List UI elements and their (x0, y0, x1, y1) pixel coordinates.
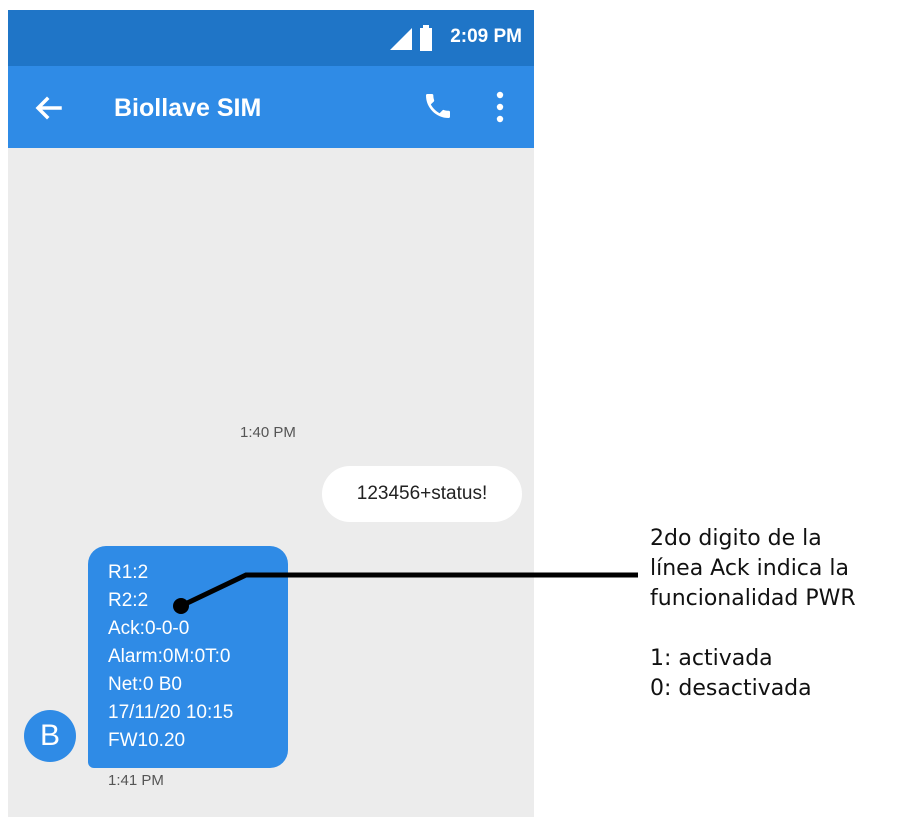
more-vert-icon[interactable] (492, 90, 508, 124)
annotation-line: 2do digito de la (650, 526, 822, 551)
annotation-line: 1: activada (650, 646, 773, 671)
conversation-title: Biollave SIM (114, 94, 262, 122)
received-line: FW10.20 (108, 730, 186, 751)
phone-screen: 2:09 PM Biollave SIM 1:40 PM 123456+stat… (8, 10, 534, 817)
annotation-line: 0: desactivada (650, 676, 812, 701)
phone-icon[interactable] (422, 90, 454, 122)
sent-timestamp: 1:40 PM (240, 424, 296, 441)
annotation-line (650, 614, 856, 644)
back-arrow-icon[interactable] (32, 92, 64, 124)
received-line: 17/11/20 10:15 (108, 702, 234, 723)
received-timestamp: 1:41 PM (108, 772, 164, 789)
annotation-note: 2do digito de la línea Ack indica la fun… (650, 524, 856, 704)
received-message-bubble[interactable]: R1:2 R2:2 Ack:0-0-0 Alarm:0M:0T:0 Net:0 … (88, 546, 288, 768)
app-bar: Biollave SIM (8, 66, 534, 148)
annotation-line: línea Ack indica la (650, 556, 849, 581)
received-line: Alarm:0M:0T:0 (108, 646, 231, 667)
status-time: 2:09 PM (450, 26, 522, 47)
annotation-line: funcionalidad PWR (650, 586, 856, 611)
received-line: Ack:0-0-0 (108, 618, 190, 639)
signal-icon (390, 28, 412, 50)
battery-icon (420, 25, 432, 51)
received-line: R1:2 (108, 562, 149, 583)
received-line: R2:2 (108, 590, 149, 611)
sent-message-bubble[interactable]: 123456+status! (322, 466, 522, 522)
received-line: Net:0 B0 (108, 674, 182, 695)
contact-avatar[interactable]: B (24, 710, 76, 762)
status-bar: 2:09 PM (8, 10, 534, 66)
